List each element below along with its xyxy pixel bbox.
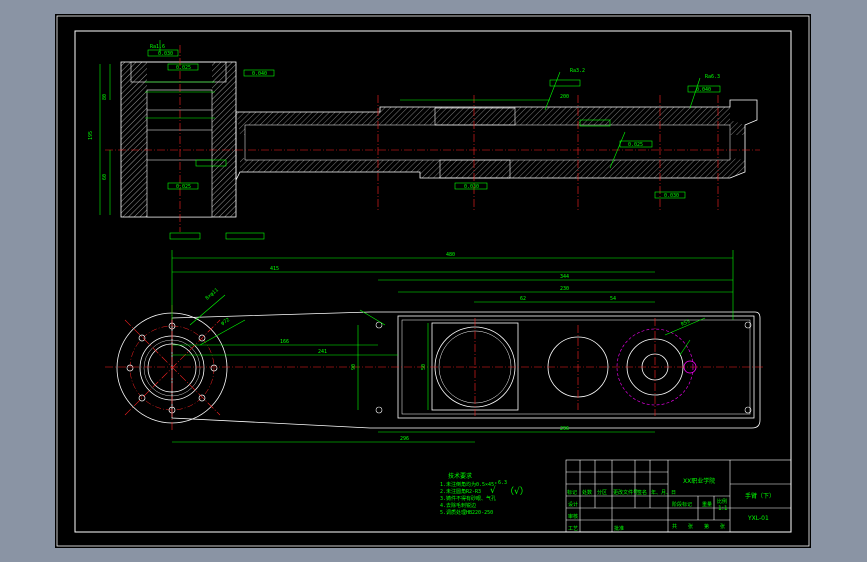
dim-inner-b: 54 <box>610 296 616 302</box>
dim-section-len: 200 <box>560 94 569 100</box>
dim-top-overall: 480 <box>446 252 455 258</box>
dim-side-b: 60 <box>102 174 108 180</box>
title-sheet-1: 共 <box>672 523 677 530</box>
roughness-value: 6.3 <box>498 480 507 486</box>
title-row-5: 签名 <box>637 489 647 496</box>
dim-top-right: 344 <box>560 274 569 280</box>
title-bottom-2: 审核 <box>568 513 578 520</box>
title-row-3: 分区 <box>597 489 607 496</box>
dim-left: 166 <box>280 339 289 345</box>
title-row-4: 更改文件号 <box>613 489 638 496</box>
dim-side-a: 80 <box>102 94 108 100</box>
title-bottom-4: 批准 <box>614 525 624 532</box>
notes-heading: 技术要求 <box>448 472 472 480</box>
tol-box-1: 0.030 <box>158 51 173 57</box>
tol-box-4: 0.025 <box>176 184 191 190</box>
title-sheet-4: 张 <box>720 523 725 530</box>
note-item-1: 1.未注倒角均为0.5×45° <box>440 481 497 488</box>
note-item-2: 2.未注圆角R2-R3 <box>440 488 481 495</box>
title-bottom-3: 工艺 <box>568 526 578 532</box>
tol-box-7: 0.025 <box>628 142 643 148</box>
title-stage-3: 比例 <box>717 498 727 505</box>
note-item-3: 3.铸件不得有砂眼、气孔 <box>440 495 496 502</box>
surface-mark-3: Ra6.3 <box>705 74 720 80</box>
title-part-name: 手臂（下） <box>745 492 775 500</box>
boss-bore <box>146 89 213 218</box>
title-scale: 1:1 <box>718 505 728 512</box>
dim-mid: 241 <box>318 349 327 355</box>
boss-hatch-right <box>212 62 236 217</box>
tol-box-5: 0.030 <box>464 184 479 190</box>
tol-box-8: 0.030 <box>664 193 679 199</box>
dim-inner-a: 62 <box>520 296 526 302</box>
note-item-5: 5.调质处理HB220-250 <box>440 509 493 516</box>
roughness-symbol: √ <box>490 485 496 496</box>
title-org: XX职业学院 <box>683 477 715 485</box>
title-drawing-no: YXL-01 <box>747 515 769 522</box>
dim-inner-top: 230 <box>560 286 569 292</box>
note-item-4: 4.去除毛刺锐边 <box>440 502 476 509</box>
surface-mark-1: Ra1.6 <box>150 44 165 50</box>
dim-vert-h: 90 <box>351 364 357 370</box>
dim-bottom-wide: 296 <box>560 426 569 432</box>
boss-hatch-left <box>121 62 147 217</box>
dim-side-height: 195 <box>88 131 94 140</box>
dim-top-mid: 415 <box>270 266 279 272</box>
title-sheet-2: 张 <box>688 523 693 530</box>
title-stage-1: 阶段标记 <box>672 501 692 508</box>
title-bottom-1: 设计 <box>568 501 578 508</box>
surface-mark-2: Ra3.2 <box>570 68 585 74</box>
title-row-2: 处数 <box>582 489 592 496</box>
cad-drawing: 195 80 60 200 0.030 0.025 0.040 0.025 0.… <box>55 14 811 548</box>
title-row-6: 年、月、日 <box>651 489 676 496</box>
title-row-1: 标记 <box>567 489 577 496</box>
dim-vert-h2: 50 <box>421 364 427 370</box>
dim-bottom-long: 296 <box>400 436 409 442</box>
title-sheet-3: 第 <box>704 523 709 530</box>
roughness-paren: （√） <box>505 486 529 497</box>
tol-box-6: 0.040 <box>696 87 711 93</box>
title-stage-2: 重量 <box>702 501 712 508</box>
tol-box-3: 0.040 <box>252 71 267 77</box>
tol-box-2: 0.025 <box>176 65 191 71</box>
